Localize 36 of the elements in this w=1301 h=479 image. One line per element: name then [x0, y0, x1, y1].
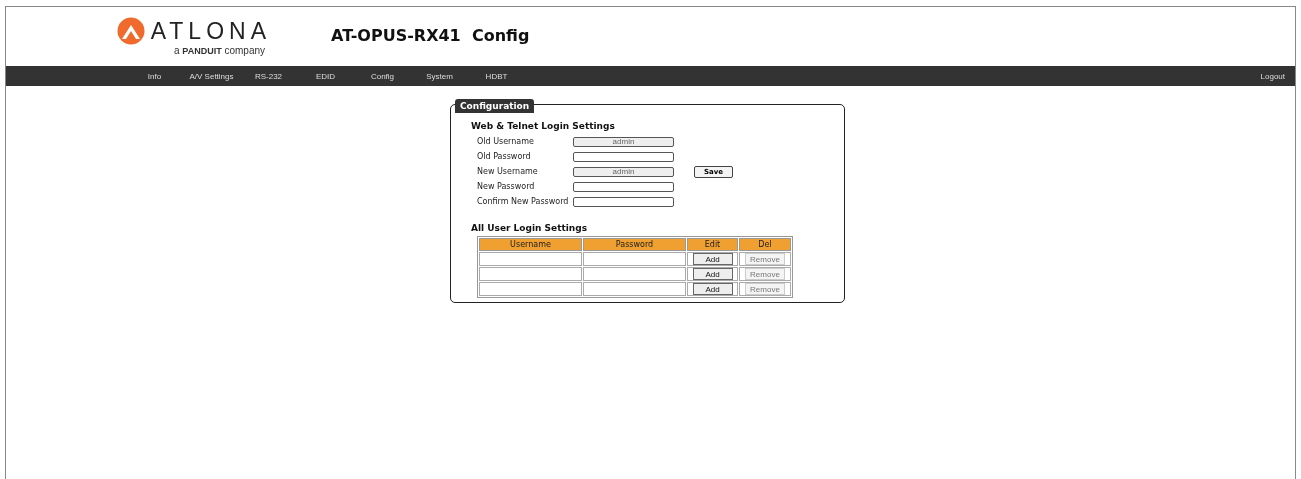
add-button[interactable]: Add	[692, 283, 733, 295]
nav-link[interactable]: HDBT	[468, 71, 525, 81]
page-title: AT-OPUS-RX41 Config	[331, 26, 530, 45]
field-label: New Password	[477, 182, 536, 191]
table-cell[interactable]	[479, 252, 582, 266]
column-header: Username	[479, 238, 582, 251]
nav-link[interactable]: EDID	[297, 71, 354, 81]
input-field[interactable]	[573, 181, 674, 192]
table-cell[interactable]	[583, 267, 686, 281]
field-label: Confirm New Password	[477, 197, 570, 206]
logo-text: ATLONA	[150, 19, 271, 43]
nav-link[interactable]: A/V Settings	[183, 71, 240, 81]
logo-tagline: a PANDUIT company	[173, 45, 265, 56]
nav-link[interactable]: RS-232	[240, 71, 297, 81]
panel-legend: Configuration	[455, 99, 535, 113]
nav-link[interactable]: Config	[354, 71, 411, 81]
table-cell[interactable]	[583, 252, 686, 266]
logo-icon	[116, 17, 145, 45]
section-title: All User Login Settings	[471, 223, 589, 233]
add-button[interactable]: Add	[692, 268, 733, 280]
field-label: Old Password	[477, 152, 532, 161]
input-field[interactable]	[573, 196, 674, 207]
section-title: Web & Telnet Login Settings	[471, 121, 616, 131]
add-button[interactable]: Add	[692, 253, 733, 265]
table-cell[interactable]	[583, 282, 686, 296]
field-label: New Username	[477, 167, 539, 176]
table-cell[interactable]	[479, 282, 582, 296]
nav-link[interactable]: Info	[126, 71, 183, 81]
logout-link[interactable]: Logout	[1260, 71, 1285, 81]
column-header: Edit	[687, 238, 738, 251]
field-label: Old Username	[477, 137, 535, 146]
table-cell[interactable]	[479, 267, 582, 281]
column-header: Password	[583, 238, 686, 251]
nav-link[interactable]: System	[411, 71, 468, 81]
input-field[interactable]	[573, 151, 674, 162]
column-header: Del	[739, 238, 791, 251]
